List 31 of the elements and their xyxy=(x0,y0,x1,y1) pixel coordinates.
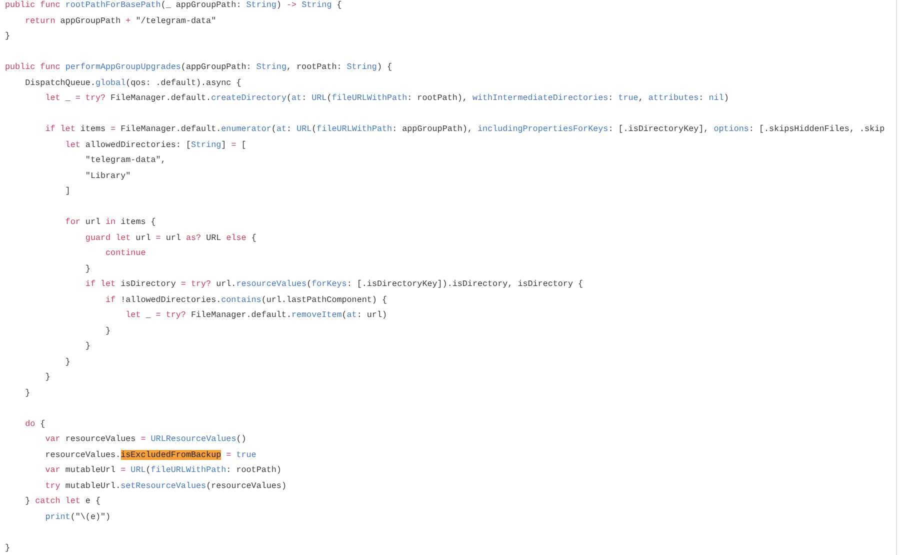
code-line: } catch let e { xyxy=(24,495,100,508)
code-line: "telegram-data", xyxy=(84,154,166,167)
code-line: DispatchQueue.global(qos: .default).async { xyxy=(24,76,242,90)
code-line: let allowedDirectories: [String] = [ xyxy=(64,138,246,152)
code-line: guard let url = url as? URL else { xyxy=(84,232,256,244)
code-line: let _ = try? FileManager.default.createDirectory(at: URL(fileURLWithPath: rootPath), withIntermediateDirectories: true, attributes: nil) xyxy=(44,92,729,105)
code-line: public func performAppGroupUpgrades(appGroupPath: String, rootPath: String) { xyxy=(5,61,392,74)
code-line: } xyxy=(64,356,70,368)
code-line: if let items = FileManager.default.enumerator(at: URL(fileURLWithPath: appGroupPath), includingPropertiesForKeys: [.isDirectoryKey], options: [.skipsHiddenFiles, .skip xyxy=(44,123,885,136)
code-line: if !allowedDirectories.contains(url.lastPathComponent) { xyxy=(104,294,387,306)
code-line: } xyxy=(44,371,50,384)
code-line: } xyxy=(5,542,10,554)
code-line: continue xyxy=(104,247,146,260)
code-line: let _ = try? FileManager.default.removeItem(at: url) xyxy=(124,309,387,322)
code-line: ] xyxy=(64,185,70,198)
code-line: resourceValues.isExcludedFromBackup = true xyxy=(44,448,256,462)
code-line: } xyxy=(84,262,90,276)
code-line: do { xyxy=(24,418,46,430)
code-line: try mutableUrl.setResourceValues(resourceValues) xyxy=(44,480,286,492)
code-line: print("\(e)") xyxy=(44,510,111,524)
code-line: var resourceValues = URLResourceValues() xyxy=(44,433,246,446)
code-line: if let isDirectory = try? url.resourceValues(forKeys: [.isDirectoryKey]).isDirectory, isDirectory { xyxy=(84,278,584,291)
code-line: } xyxy=(24,386,30,400)
code-line: return appGroupPath + "/telegram-data" xyxy=(24,14,216,28)
code-line: } xyxy=(5,30,10,43)
code-line: var mutableUrl = URL(fileURLWithPath: rootPath) xyxy=(44,464,282,477)
code-line: "Library" xyxy=(84,170,131,182)
code-line: for url in items { xyxy=(64,216,156,229)
code-line: } xyxy=(84,340,90,353)
code-line: public func rootPathForBasePath(_ appGroupPath: String) -> String { xyxy=(5,0,342,12)
code-line: } xyxy=(104,324,111,338)
